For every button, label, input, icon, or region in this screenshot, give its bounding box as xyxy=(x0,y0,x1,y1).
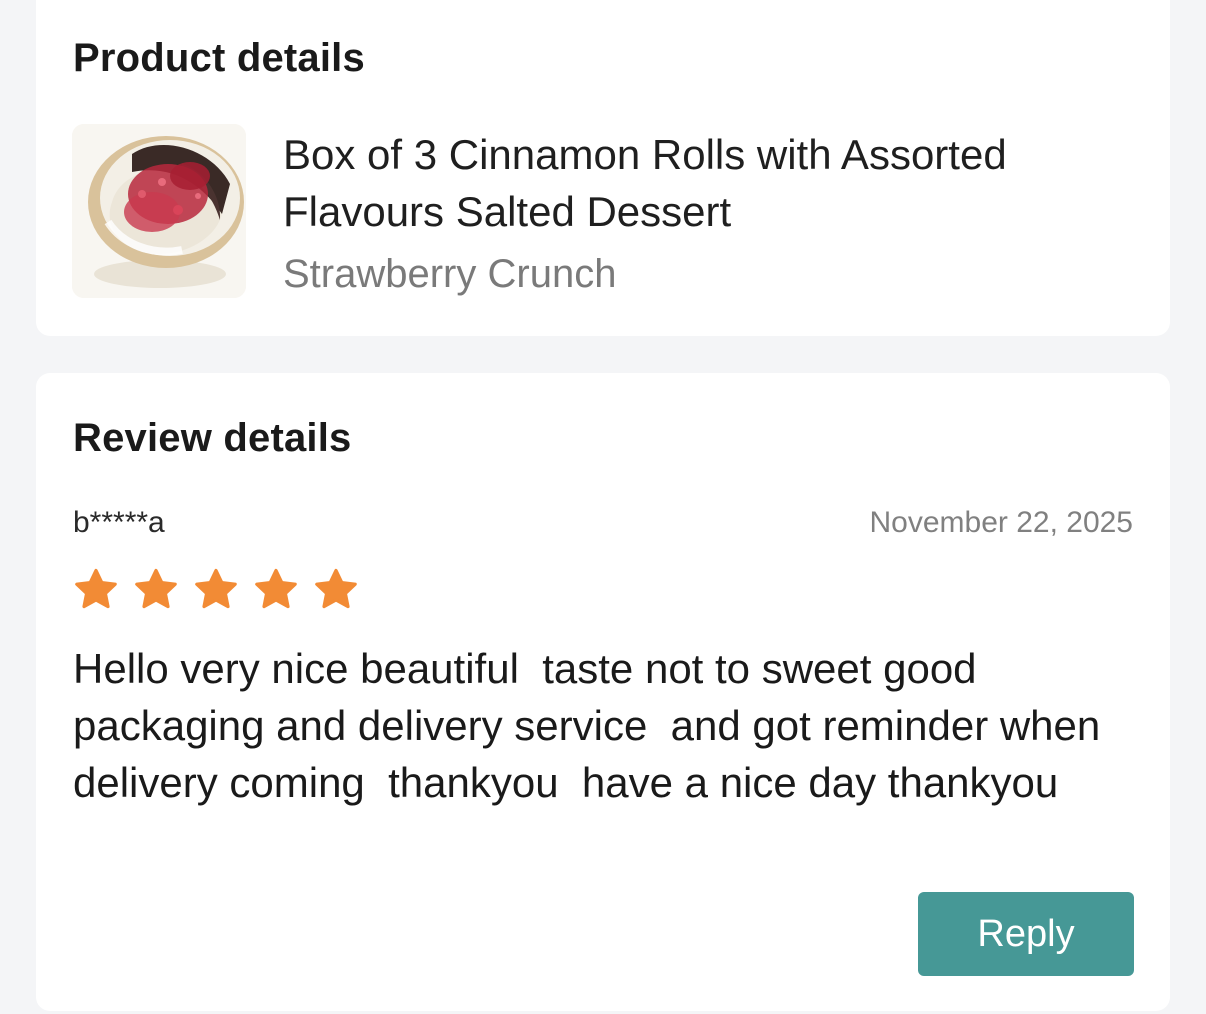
star-icon xyxy=(195,568,237,609)
product-name[interactable]: Box of 3 Cinnamon Rolls with Assorted Fl… xyxy=(283,126,1123,240)
star-rating xyxy=(72,566,360,614)
review-text: Hello very nice beautiful taste not to s… xyxy=(73,645,1112,806)
product-variant: Strawberry Crunch xyxy=(283,252,617,296)
star-icon xyxy=(315,568,357,609)
star-icon xyxy=(255,568,297,609)
star-icon xyxy=(135,568,177,609)
product-details-card: Product details Box of 3 Cinnamon Rolls … xyxy=(36,0,1170,336)
review-details-title: Review details xyxy=(73,416,352,460)
review-date: November 22, 2025 xyxy=(869,506,1134,539)
review-details-card: Review details b*****a November 22, 2025… xyxy=(36,373,1170,1011)
product-thumbnail[interactable] xyxy=(72,124,246,298)
reply-button[interactable]: Reply xyxy=(918,892,1134,976)
product-details-title: Product details xyxy=(73,36,365,80)
reviewer-name: b*****a xyxy=(73,506,165,539)
cinnamon-roll-image xyxy=(72,124,246,298)
star-icon xyxy=(75,568,117,609)
